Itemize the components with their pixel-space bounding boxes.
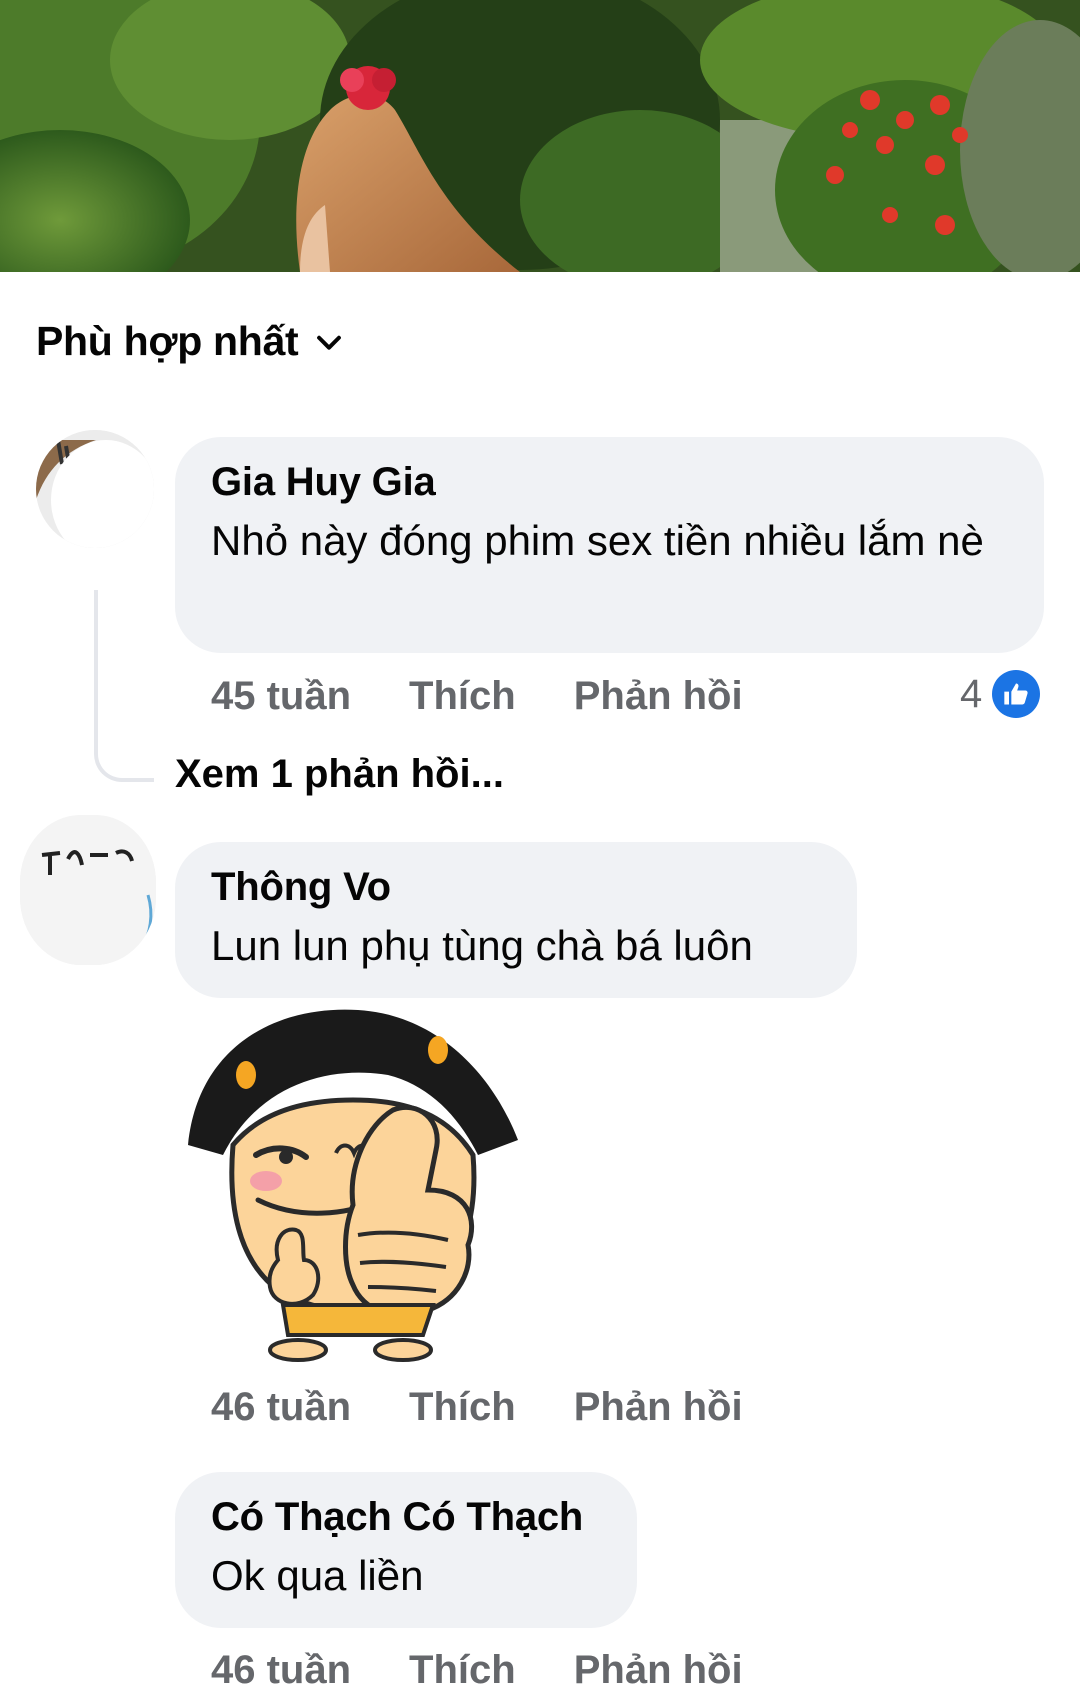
comment-text: Ok qua liền	[211, 1552, 424, 1599]
comment-actions: 45 tuần Thích Phản hồi	[211, 674, 801, 719]
like-button[interactable]: Thích	[409, 1385, 516, 1430]
reply-button[interactable]: Phản hồi	[574, 674, 743, 719]
chevron-down-icon	[317, 335, 342, 350]
comment-text: Lun lun phụ tùng chà bá luôn	[211, 922, 753, 969]
comment-text: Nhỏ này đóng phim sex tiền nhiều lắm nè	[211, 517, 984, 564]
post-photo[interactable]	[0, 0, 1080, 272]
comment-bubble[interactable]: Gia Huy Gia Nhỏ này đóng phim sex tiền n…	[175, 437, 1044, 653]
like-button[interactable]: Thích	[409, 674, 516, 719]
reaction-summary[interactable]: 4	[960, 670, 1041, 718]
avatar-image	[36, 430, 154, 548]
comment-timestamp[interactable]: 45 tuần	[211, 674, 351, 719]
avatar[interactable]	[20, 815, 156, 965]
reply-thread-line	[94, 590, 154, 782]
view-replies-link[interactable]: Xem 1 phản hồi...	[175, 752, 504, 797]
comment-author[interactable]: Gia Huy Gia	[211, 457, 1008, 507]
comment-author[interactable]: Thông Vo	[211, 862, 821, 912]
sort-dropdown[interactable]: Phù hợp nhất	[36, 318, 346, 365]
comment-bubble[interactable]: Thông Vo Lun lun phụ tùng chà bá luôn	[175, 842, 857, 998]
comment-actions: 46 tuần Thích Phản hồi	[211, 1385, 801, 1430]
thumbs-up-girl-sticker[interactable]	[178, 1005, 524, 1367]
avatar[interactable]	[36, 430, 154, 548]
comment-timestamp[interactable]: 46 tuần	[211, 1648, 351, 1693]
garden-photo-illustration	[0, 0, 1080, 272]
comment-bubble[interactable]: Có Thạch Có Thạch Ok qua liền	[175, 1472, 637, 1628]
like-reaction-icon	[992, 670, 1041, 718]
sort-label: Phù hợp nhất	[36, 318, 299, 364]
reply-button[interactable]: Phản hồi	[574, 1385, 743, 1430]
comment-timestamp[interactable]: 46 tuần	[211, 1385, 351, 1430]
avatar-image	[20, 815, 156, 965]
reaction-count: 4	[960, 671, 983, 716]
comment-author[interactable]: Có Thạch Có Thạch	[211, 1492, 601, 1542]
comment-actions: 46 tuần Thích Phản hồi	[211, 1648, 801, 1693]
reply-button[interactable]: Phản hồi	[574, 1648, 743, 1693]
like-button[interactable]: Thích	[409, 1648, 516, 1693]
